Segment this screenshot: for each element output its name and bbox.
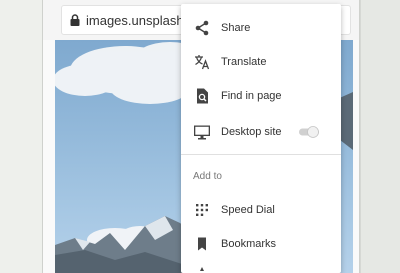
menu-item-bookmarks[interactable]: Bookmarks [181, 227, 341, 261]
menu-item-translate[interactable]: Translate [181, 45, 341, 79]
menu-item-speed-dial[interactable]: Speed Dial [181, 193, 341, 227]
menu-item-label: Speed Dial [221, 204, 275, 216]
menu-item-partial[interactable] [181, 261, 341, 273]
menu-item-label: Bookmarks [221, 238, 277, 250]
menu-item-share[interactable]: Share [181, 11, 341, 45]
menu-item-desktop-site[interactable]: Desktop site [181, 115, 341, 149]
menu-divider [181, 154, 341, 155]
translate-icon [195, 55, 210, 70]
menu-item-label: Desktop site [221, 126, 282, 138]
speed-dial-icon [196, 204, 208, 216]
desktop-site-toggle[interactable] [298, 125, 320, 139]
menu-item-label: Translate [221, 56, 267, 68]
background-left [0, 0, 42, 273]
bookmark-icon [198, 237, 206, 251]
menu-item-label: Share [221, 22, 251, 34]
desktop-icon [194, 125, 210, 140]
menu-item-label: Find in page [221, 90, 282, 102]
partial-icon [200, 267, 204, 271]
find-in-page-icon [197, 88, 208, 104]
share-icon [195, 20, 209, 36]
menu-item-find-in-page[interactable]: Find in page [181, 79, 341, 113]
overflow-menu: Share Translate Find in page Desktop sit… [181, 4, 341, 273]
background-right [360, 0, 400, 273]
section-header-add-to: Add to [193, 171, 222, 182]
lock-icon [70, 14, 80, 26]
